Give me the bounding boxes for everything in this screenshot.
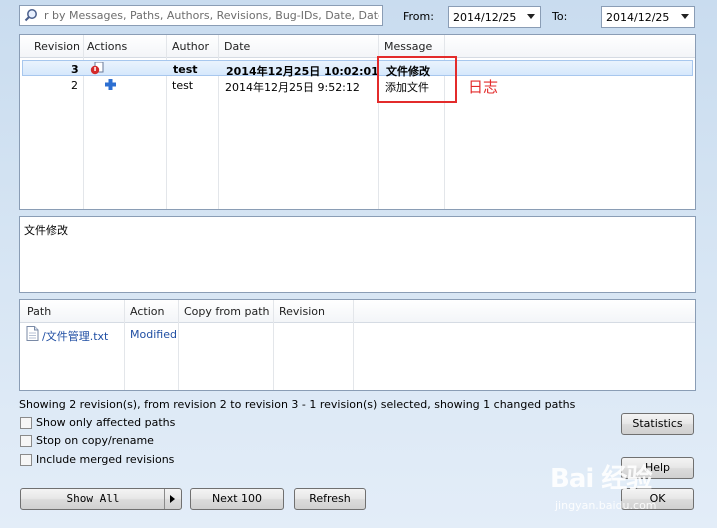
stop-on-copy-label[interactable]: Stop on copy/rename [36,434,154,447]
message-panel[interactable]: 文件修改 [19,216,696,293]
file-icon [26,326,39,344]
added-icon [104,78,117,94]
column-divider [178,300,179,390]
show-only-affected-checkbox[interactable] [20,417,32,429]
include-merged-checkbox[interactable] [20,454,32,466]
show-all-button[interactable]: Show All [20,488,182,510]
watermark-logo-text: Bai 经验 [550,464,652,494]
highlight-box [377,56,457,103]
stop-on-copy-checkbox[interactable] [20,435,32,447]
revision-cell: 3 [71,63,79,76]
path-cell: /文件管理.txt [42,330,109,343]
column-divider [353,300,354,390]
to-label: To: [552,10,568,23]
col-date[interactable]: Date [224,40,250,53]
col-message[interactable]: Message [384,40,432,53]
to-date-picker[interactable]: 2014/12/25 [601,6,695,28]
message-text: 文件修改 [24,224,68,237]
to-date-value: 2014/12/25 [606,11,670,24]
log-list-header: Revision Actions Author Date Message [20,35,695,58]
date-cell: 2014年12月25日 9:52:12 [225,81,360,94]
show-only-affected-label[interactable]: Show only affected paths [36,416,175,429]
author-cell: test [172,79,194,92]
search-placeholder: r by Messages, Paths, Authors, Revisions… [44,9,379,22]
col-path-revision[interactable]: Revision [279,305,325,318]
watermark-url: jingyan.baidu.com [555,499,657,512]
include-merged-label[interactable]: Include merged revisions [36,453,174,466]
col-author[interactable]: Author [172,40,209,53]
from-date-picker[interactable]: 2014/12/25 [448,6,541,28]
col-actions[interactable]: Actions [87,40,127,53]
action-cell: Modified [130,328,177,341]
from-label: From: [403,10,434,23]
statistics-button[interactable]: Statistics [621,413,694,435]
col-revision[interactable]: Revision [34,40,80,53]
author-cell: test [173,63,198,76]
revision-cell: 2 [71,79,78,92]
chevron-down-icon[interactable] [681,14,689,19]
refresh-button[interactable]: Refresh [294,488,366,510]
changed-paths-list[interactable]: Path Action Copy from path Revision /文件管… [19,299,696,391]
annotation-label: 日志 [468,78,499,96]
log-list[interactable]: Revision Actions Author Date Message 3 t… [19,34,696,210]
column-divider [124,300,125,390]
baidu-watermark-logo: Bai 经验 [550,458,652,495]
column-divider [273,300,274,390]
col-copy-from-path[interactable]: Copy from path [184,305,270,318]
chevron-down-icon[interactable] [527,14,535,19]
show-all-label: Show All [66,492,120,505]
next-100-button[interactable]: Next 100 [190,488,284,510]
modified-icon [90,61,104,78]
search-icon [24,9,37,22]
search-input[interactable]: r by Messages, Paths, Authors, Revisions… [19,5,383,26]
status-text: Showing 2 revision(s), from revision 2 t… [19,398,576,411]
log-row[interactable]: 2 test 2014年12月25日 9:52:12 添加文件 [22,77,693,94]
paths-header: Path Action Copy from path Revision [20,300,695,323]
from-date-value: 2014/12/25 [453,11,517,24]
col-action[interactable]: Action [130,305,164,318]
log-row[interactable]: 3 test 2014年12月25日 10:02:01 文件修改 [22,60,693,78]
path-row[interactable]: /文件管理.txt Modified [24,326,684,344]
col-path[interactable]: Path [27,305,51,318]
chevron-right-icon[interactable] [164,489,181,509]
